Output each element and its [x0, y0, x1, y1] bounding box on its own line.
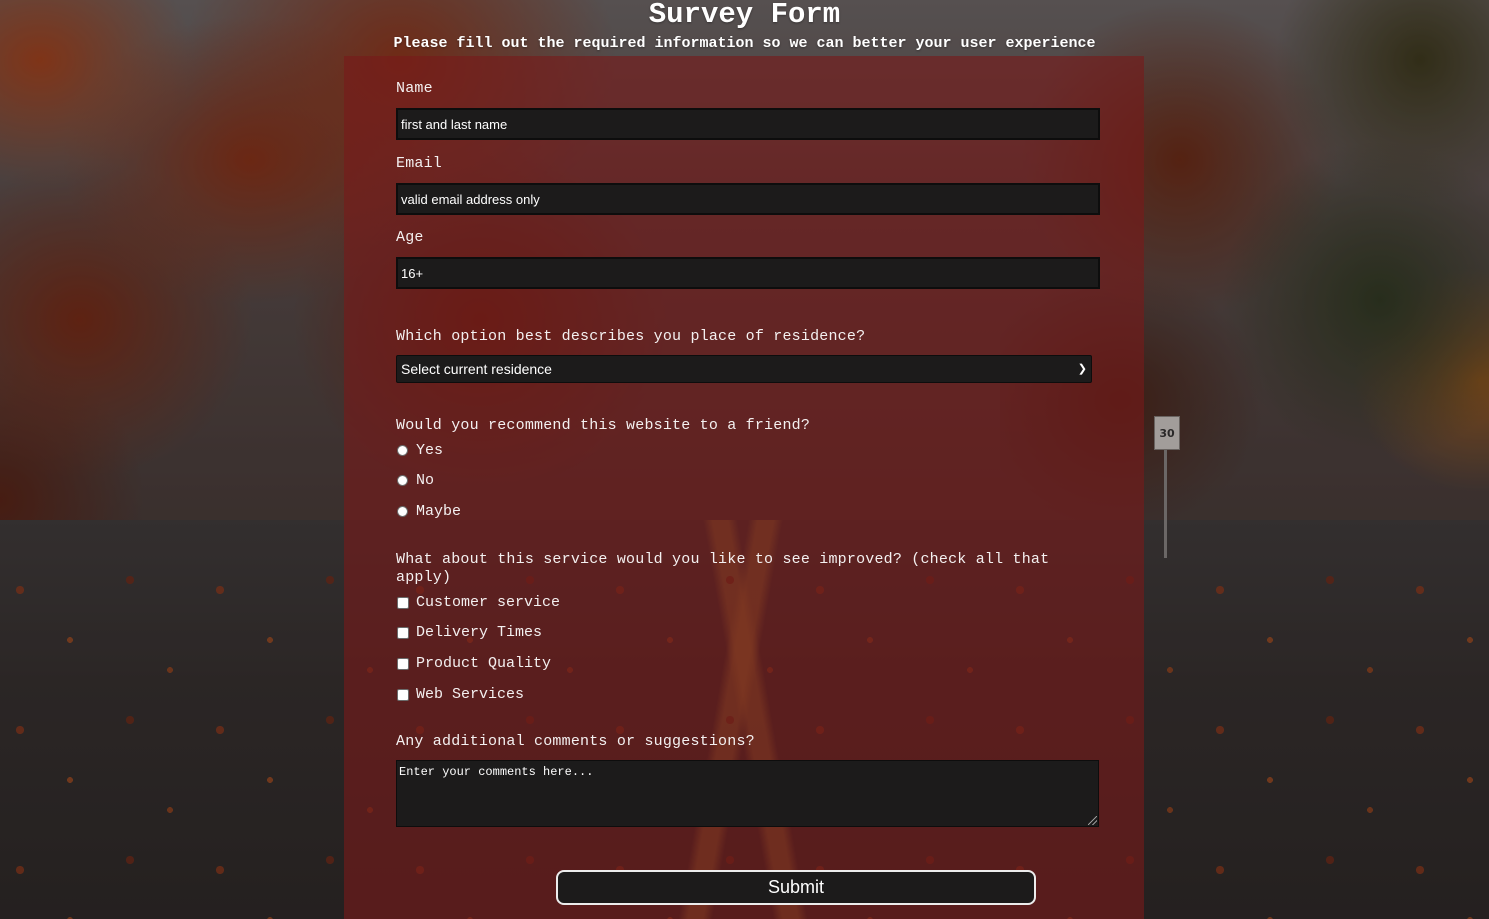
radio-button[interactable] [397, 445, 408, 456]
checkbox-label: Web Services [416, 686, 525, 703]
name-label: Name [396, 80, 433, 97]
residence-select-value: Select current residence [401, 361, 552, 377]
comments-label: Any additional comments or suggestions? [396, 733, 755, 750]
email-input[interactable] [396, 183, 1100, 215]
checkbox[interactable] [397, 627, 409, 639]
email-label: Email [396, 155, 443, 172]
checkbox[interactable] [397, 689, 409, 701]
radio-label: Yes [416, 442, 444, 459]
radio-button[interactable] [397, 475, 408, 486]
survey-form: Name Email Age Which option best describ… [344, 56, 1144, 919]
page-subtitle: Please fill out the required information… [393, 35, 1096, 52]
radio-label: No [416, 472, 435, 489]
checkbox[interactable] [397, 597, 409, 609]
age-label: Age [396, 229, 424, 246]
checkbox-label: Product Quality [416, 655, 552, 672]
checkbox[interactable] [397, 658, 409, 670]
recommend-label: Would you recommend this website to a fr… [396, 417, 811, 434]
resize-handle-icon[interactable] [1088, 816, 1097, 825]
checkbox-label: Customer service [416, 594, 561, 611]
residence-select[interactable]: Select current residence ❯ [396, 355, 1092, 383]
page-title: Survey Form [648, 0, 841, 31]
radio-label: Maybe [416, 503, 462, 520]
checkbox-label: Delivery Times [416, 624, 543, 641]
age-input[interactable] [396, 257, 1100, 289]
improve-label: What about this service would you like t… [396, 551, 1050, 586]
chevron-down-icon: ❯ [1077, 363, 1087, 375]
submit-button[interactable]: Submit [556, 870, 1036, 905]
residence-label: Which option best describes you place of… [396, 328, 866, 345]
comments-textarea[interactable] [396, 760, 1099, 827]
radio-button[interactable] [397, 506, 408, 517]
name-input[interactable] [396, 108, 1100, 140]
